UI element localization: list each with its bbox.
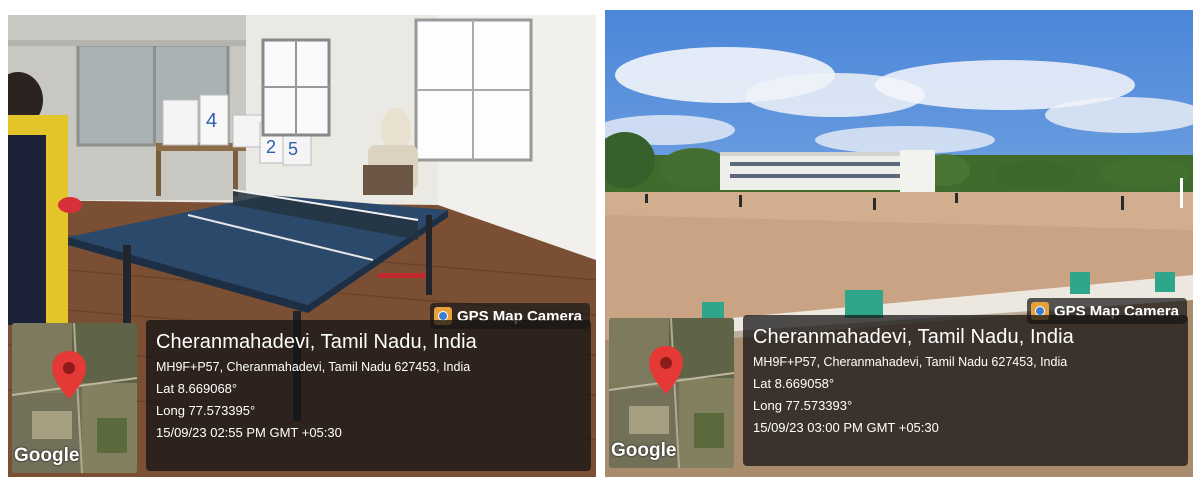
google-logo: Google [611,440,677,461]
map-thumbnail: Google [609,318,734,468]
location-pin-icon [52,351,86,399]
datetime: 15/09/23 03:00 PM GMT +05:30 [753,420,939,435]
box-digit-5: 5 [288,139,298,159]
latitude: Lat 8.669058° [753,376,835,391]
photo-playground: GPS Map Camera Google Cheranmahadevi, Ta… [605,10,1193,477]
map-thumbnail: Google [12,323,137,473]
longitude: Long 77.573395° [156,403,256,418]
place-name: Cheranmahadevi, Tamil Nadu, India [753,326,1074,348]
photo-table-tennis-room: 4 2 5 GPS Map Camera Google Cheranmahade… [8,15,596,477]
longitude: Long 77.573393° [753,398,853,413]
address: MH9F+P57, Cheranmahadevi, Tamil Nadu 627… [753,355,1068,369]
address: MH9F+P57, Cheranmahadevi, Tamil Nadu 627… [156,360,471,374]
location-pin-icon [649,346,683,394]
place-name: Cheranmahadevi, Tamil Nadu, India [156,331,477,353]
box-digit-4: 4 [206,110,217,132]
box-digit-2: 2 [266,137,276,157]
datetime: 15/09/23 02:55 PM GMT +05:30 [156,425,342,440]
latitude: Lat 8.669068° [156,381,238,396]
google-logo: Google [14,445,80,466]
location-info-panel: Cheranmahadevi, Tamil Nadu, India MH9F+P… [146,320,591,471]
location-info-panel: Cheranmahadevi, Tamil Nadu, India MH9F+P… [743,315,1188,466]
